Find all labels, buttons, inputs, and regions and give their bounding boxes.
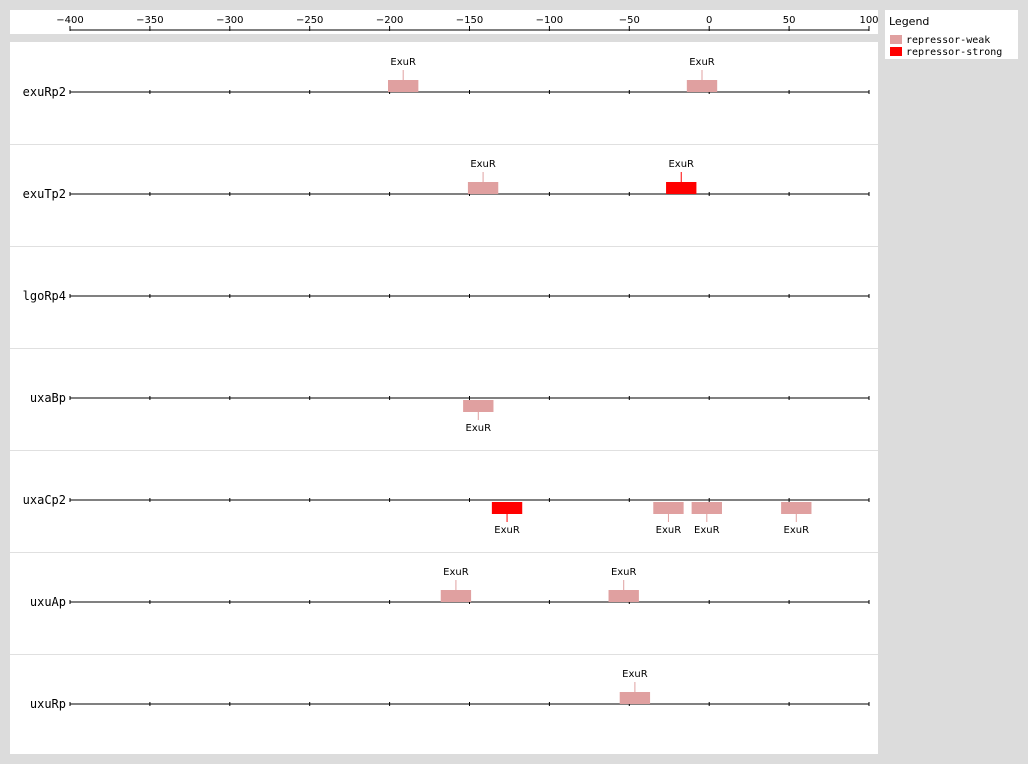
binding-site-label: ExuR [694,525,720,536]
legend-item-label: repressor-strong [906,47,1002,58]
binding-site-box [463,400,494,412]
binding-site-label: ExuR [689,57,715,68]
top-axis-tick-label: −300 [216,15,243,26]
binding-site-label: ExuR [494,525,520,536]
binding-site-label: ExuR [668,159,694,170]
binding-site-label: ExuR [470,159,496,170]
top-axis-tick-label: −350 [136,15,163,26]
top-axis-tick-label: 100 [859,15,878,26]
top-axis-tick-label: 50 [783,15,796,26]
promoter-label: uxaBp [30,391,66,405]
binding-site-label: ExuR [390,57,416,68]
binding-site-label: ExuR [622,669,648,680]
top-axis-tick-label: −400 [56,15,83,26]
binding-site-label: ExuR [656,525,682,536]
binding-site-box [440,590,472,602]
legend-item-label: repressor-weak [906,35,990,46]
binding-site-box [388,80,419,92]
binding-site-box [781,502,812,514]
binding-site-box [653,502,684,514]
promoter-label: lgoRp4 [23,289,66,303]
promoter-label: uxuRp [30,697,66,711]
legend-swatch [890,47,902,56]
tracks-svg: −400 −350 −300 −250 −200 −150 −100 −50 0 50 100 exu… [10,15,1002,711]
legend-title: Legend [889,15,929,28]
binding-site-box [686,80,718,92]
binding-site-box [608,590,639,602]
promoter-map: −400 −350 −300 −250 −200 −150 −100 −50 0 50 100 exu… [0,0,1028,764]
binding-site-label: ExuR [784,525,810,536]
promoter-label: exuRp2 [23,85,66,99]
binding-site-label: ExuR [611,567,637,578]
top-axis-tick-label: 0 [706,15,712,26]
top-axis-tick-label: −50 [619,15,640,26]
promoter-label: uxaCp2 [23,493,66,507]
binding-site-box [467,182,499,194]
binding-site-box [691,502,722,514]
top-axis-tick-label: −100 [536,15,563,26]
binding-site-box [666,182,697,194]
promoter-label: uxuAp [30,595,66,609]
legend-swatch [890,35,902,44]
binding-site-label: ExuR [466,423,492,434]
top-axis-tick-label: −250 [296,15,323,26]
binding-site-box [619,692,651,704]
binding-site-box [491,502,523,514]
binding-site-label: ExuR [443,567,469,578]
top-axis-tick-label: −150 [456,15,483,26]
top-axis-tick-label: −200 [376,15,403,26]
promoter-label: exuTp2 [23,187,66,201]
